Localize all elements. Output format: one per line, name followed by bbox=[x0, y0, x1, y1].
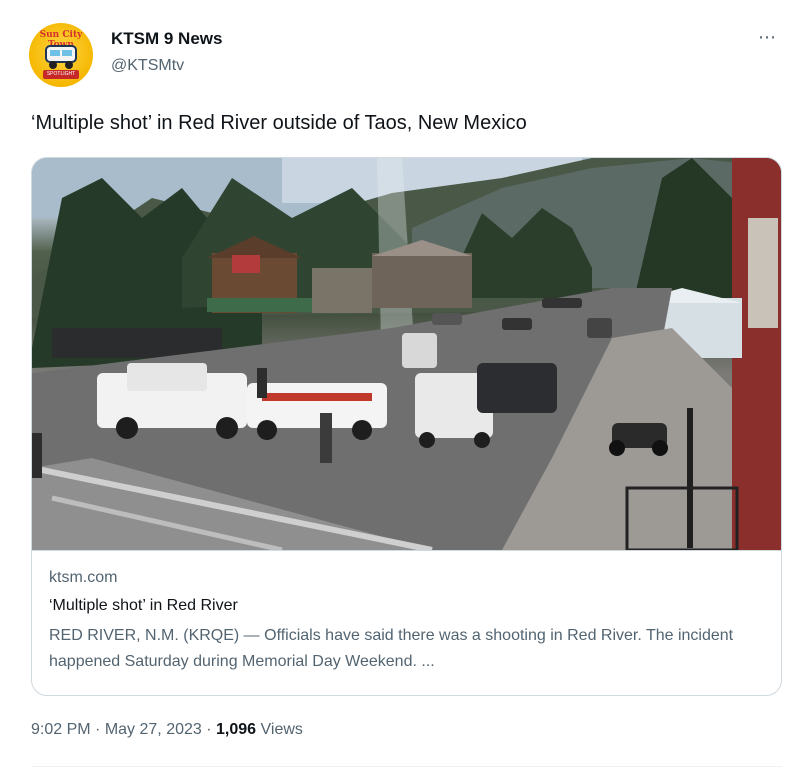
footer-separator: · bbox=[95, 721, 101, 738]
views-label: Views bbox=[260, 721, 303, 738]
more-options-icon[interactable]: ⋯ bbox=[758, 27, 777, 48]
card-title: ‘Multiple shot’ in Red River bbox=[49, 597, 238, 614]
author-name[interactable]: KTSM 9 News bbox=[111, 29, 222, 49]
link-card[interactable]: ktsm.com ‘Multiple shot’ in Red River RE… bbox=[31, 157, 782, 696]
author-handle[interactable]: @KTSMtv bbox=[111, 57, 184, 75]
tweet-text: ‘Multiple shot’ in Red River outside of … bbox=[31, 112, 527, 134]
footer-separator: · bbox=[206, 721, 212, 738]
van-icon bbox=[45, 45, 77, 63]
tweet-time[interactable]: 9:02 PM bbox=[31, 721, 91, 738]
divider bbox=[31, 766, 782, 767]
views-count: 1,096 bbox=[216, 721, 257, 738]
tweet-date[interactable]: May 27, 2023 bbox=[105, 721, 202, 738]
card-image[interactable] bbox=[32, 158, 781, 550]
street-scene-image bbox=[32, 158, 781, 550]
wheel-icon bbox=[65, 61, 73, 69]
card-meta[interactable]: ktsm.com ‘Multiple shot’ in Red River RE… bbox=[32, 550, 781, 695]
avatar-logo-subtext: SPOTLIGHT bbox=[43, 70, 79, 79]
card-description: RED RIVER, N.M. (KRQE) — Officials have … bbox=[49, 627, 734, 670]
avatar[interactable]: Sun City Town SPOTLIGHT bbox=[29, 23, 93, 87]
wheel-icon bbox=[49, 61, 57, 69]
card-domain: ktsm.com bbox=[49, 569, 118, 586]
tweet-footer: 9:02 PM · May 27, 2023 · 1,096 Views bbox=[31, 721, 303, 739]
